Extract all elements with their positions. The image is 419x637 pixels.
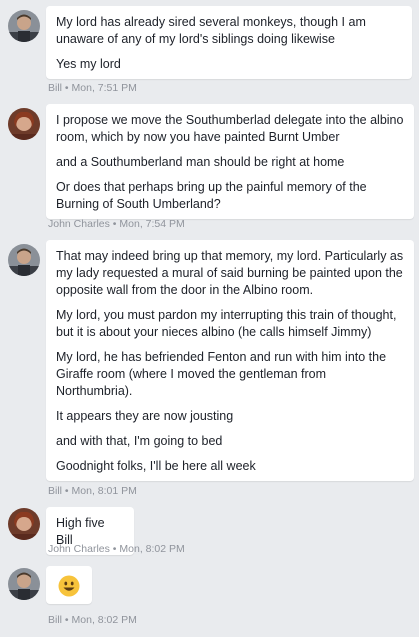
smiley-emoji-icon: [58, 575, 80, 597]
author-name[interactable]: John Charles: [48, 218, 110, 230]
avatar-john-charles-image: [8, 508, 40, 540]
meta-separator: •: [62, 82, 72, 94]
message-text: My lord, you must pardon my interrupting…: [56, 308, 397, 339]
message-bubble[interactable]: My lord has already sired several monkey…: [46, 6, 412, 79]
message-text: That may indeed bring up that memory, my…: [56, 249, 404, 297]
author-name[interactable]: Bill: [48, 485, 62, 497]
author-name[interactable]: Bill: [48, 614, 62, 626]
meta-separator: •: [109, 218, 120, 230]
message-bubble[interactable]: That may indeed bring up that memory, my…: [46, 240, 414, 481]
timestamp: Mon, 8:02 PM: [119, 543, 185, 555]
message-text: My lord, he has befriended Fenton and ru…: [56, 350, 387, 398]
message-text: and with that, I'm going to bed: [56, 434, 223, 448]
message-bubble[interactable]: [46, 566, 92, 604]
avatar-bill-image: [8, 244, 40, 276]
avatar-bill[interactable]: [8, 244, 40, 276]
message-text: and a Southumberland man should be right…: [56, 155, 345, 169]
message-meta: John Charles • Mon, 8:02 PM: [48, 543, 185, 555]
timestamp: Mon, 8:02 PM: [71, 614, 137, 626]
message-text: It appears they are now jousting: [56, 409, 234, 423]
meta-separator: •: [109, 543, 120, 555]
timestamp: Mon, 8:01 PM: [71, 485, 137, 497]
author-name[interactable]: Bill: [48, 82, 62, 94]
message-text: Yes my lord: [56, 57, 121, 71]
message-meta: Bill • Mon, 8:01 PM: [48, 485, 137, 497]
avatar-john-charles[interactable]: [8, 108, 40, 140]
message-meta: John Charles • Mon, 7:54 PM: [48, 218, 185, 230]
message-meta: Bill • Mon, 8:02 PM: [48, 614, 137, 626]
author-name[interactable]: John Charles: [48, 543, 110, 555]
message-bubble[interactable]: I propose we move the Southumberlad dele…: [46, 104, 414, 219]
avatar-bill-image: [8, 10, 40, 42]
avatar-bill[interactable]: [8, 568, 40, 600]
timestamp: Mon, 7:51 PM: [71, 82, 137, 94]
message-text: I propose we move the Southumberlad dele…: [56, 113, 404, 144]
timestamp: Mon, 7:54 PM: [119, 218, 185, 230]
avatar-bill[interactable]: [8, 10, 40, 42]
avatar-john-charles[interactable]: [8, 508, 40, 540]
avatar-bill-image: [8, 568, 40, 600]
message-text: Or does that perhaps bring up the painfu…: [56, 180, 367, 211]
message-text: My lord has already sired several monkey…: [56, 15, 366, 46]
meta-separator: •: [62, 485, 72, 497]
avatar-john-charles-image: [8, 108, 40, 140]
meta-separator: •: [62, 614, 72, 626]
message-text: Goodnight folks, I'll be here all week: [56, 459, 256, 473]
message-meta: Bill • Mon, 7:51 PM: [48, 82, 137, 94]
